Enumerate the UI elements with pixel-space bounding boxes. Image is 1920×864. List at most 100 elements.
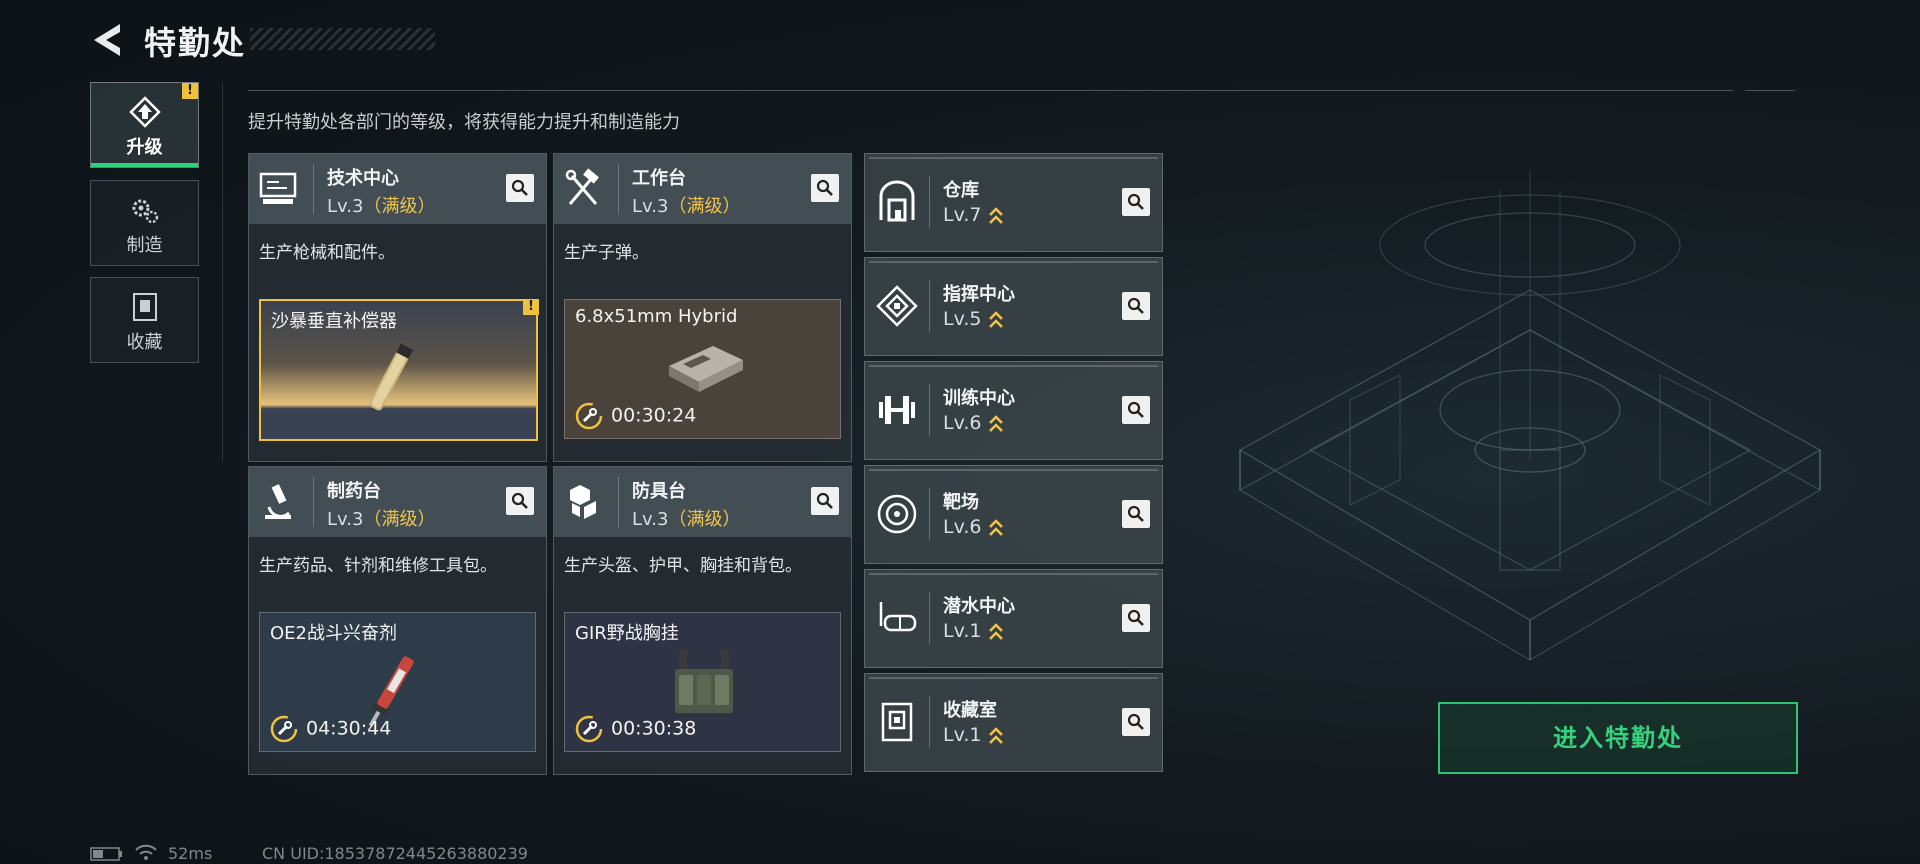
craft-timer: 00:30:38 xyxy=(575,715,696,743)
search-button[interactable] xyxy=(1122,604,1150,632)
upgrade-icon xyxy=(128,96,161,128)
search-button[interactable] xyxy=(506,487,534,515)
page-title: 特勤处 xyxy=(144,24,247,62)
enter-special-ops-button[interactable]: 进入特勤处 xyxy=(1438,702,1798,774)
facility-level: Lv.6 xyxy=(943,412,1004,434)
facility-name: 收藏室 xyxy=(943,700,997,721)
divider xyxy=(929,280,930,332)
search-icon xyxy=(511,492,528,509)
dept-name: 技术中心 xyxy=(327,168,399,189)
tab-collection[interactable]: 收藏 xyxy=(90,277,199,363)
upgrade-available-icon xyxy=(989,310,1004,328)
facility-warehouse[interactable]: 仓库 Lv.7 xyxy=(864,153,1163,252)
title-decoration xyxy=(250,28,435,50)
search-button[interactable] xyxy=(811,174,839,202)
base-wireframe-illustration xyxy=(1238,170,1822,661)
gears-icon xyxy=(132,199,158,224)
search-icon xyxy=(1127,505,1144,522)
intro-text: 提升特勤处各部门的等级，将获得能力提升和制造能力 xyxy=(248,112,680,133)
computer-icon xyxy=(259,172,297,204)
search-button[interactable] xyxy=(506,174,534,202)
facility-training-center[interactable]: 训练中心 Lv.6 xyxy=(864,361,1163,460)
facility-level: Lv.5 xyxy=(943,308,1004,330)
warning-badge: ! xyxy=(523,299,539,315)
search-button[interactable] xyxy=(1122,500,1150,528)
search-button[interactable] xyxy=(1122,188,1150,216)
craft-item-name: GIR野战胸挂 xyxy=(575,623,679,644)
divider xyxy=(313,164,314,214)
divider xyxy=(929,696,930,748)
facility-shooting-range[interactable]: 靶场 Lv.6 xyxy=(864,465,1163,564)
tab-label: 收藏 xyxy=(126,332,163,353)
search-icon xyxy=(1127,297,1144,314)
divider xyxy=(248,90,1733,91)
craft-slot[interactable]: 6.8x51mm Hybrid 00:30:24 xyxy=(564,299,841,439)
craft-item-name: OE2战斗兴奋剂 xyxy=(270,623,397,644)
search-button[interactable] xyxy=(1122,292,1150,320)
facility-level: Lv.6 xyxy=(943,516,1004,538)
upgrade-available-icon xyxy=(989,518,1004,536)
warehouse-icon xyxy=(879,180,915,222)
craft-slot[interactable]: 沙暴垂直补偿器 xyxy=(259,299,538,441)
facility-collection-room[interactable]: 收藏室 Lv.1 xyxy=(864,673,1163,772)
armor-blocks-icon xyxy=(570,485,596,519)
craft-slot[interactable]: OE2战斗兴奋剂 04:30:44 xyxy=(259,612,536,752)
craft-timer: 00:30:24 xyxy=(575,402,696,430)
facility-diving-center[interactable]: 潜水中心 Lv.1 xyxy=(864,569,1163,668)
dept-card-armor-bench[interactable]: 防具台 Lv.3（满级） 生产头盔、护甲、胸挂和背包。 GIR野战胸挂 00:3… xyxy=(553,466,852,775)
dumbbell-icon xyxy=(879,396,915,424)
ammo-box-item-icon xyxy=(669,346,743,392)
divider xyxy=(313,477,314,527)
tab-label: 升级 xyxy=(126,137,163,158)
search-icon xyxy=(816,179,833,196)
dept-level: Lv.3（满级） xyxy=(632,196,741,217)
dept-header: 制药台 Lv.3（满级） xyxy=(249,467,546,537)
divider xyxy=(1745,90,1795,91)
craft-slot[interactable]: GIR野战胸挂 00:30:38 xyxy=(564,612,841,752)
max-level-tag: （满级） xyxy=(668,196,741,217)
dept-card-workbench[interactable]: 工作台 Lv.3（满级） 生产子弹。 6.8x51mm Hybrid 00:30… xyxy=(553,153,852,462)
divider xyxy=(222,82,223,462)
facility-name: 仓库 xyxy=(943,180,979,201)
upgrade-available-icon xyxy=(989,414,1004,432)
dept-header: 技术中心 Lv.3（满级） xyxy=(249,154,546,224)
back-arrow-icon[interactable] xyxy=(90,20,124,60)
dept-description: 生产枪械和配件。 xyxy=(259,243,395,263)
divider xyxy=(929,384,930,436)
tab-label: 制造 xyxy=(126,235,163,256)
wrench-timer-icon xyxy=(575,402,603,430)
chest-rig-item-icon xyxy=(675,649,733,713)
user-uid: CN UID:18537872445263880239 xyxy=(262,844,528,863)
dept-card-tech-center[interactable]: 技术中心 Lv.3（满级） 生产枪械和配件。 沙暴垂直补偿器 ! xyxy=(248,153,547,462)
search-icon xyxy=(511,179,528,196)
facility-name: 靶场 xyxy=(943,492,979,513)
collection-icon xyxy=(132,293,157,321)
search-button[interactable] xyxy=(1122,396,1150,424)
max-level-tag: （满级） xyxy=(363,196,436,217)
facility-command-center[interactable]: 指挥中心 Lv.5 xyxy=(864,257,1163,356)
search-icon xyxy=(1127,609,1144,626)
battery-icon xyxy=(90,847,122,861)
max-level-tag: （满级） xyxy=(363,509,436,530)
divider xyxy=(929,176,930,228)
diving-mask-icon xyxy=(879,602,917,632)
tab-craft[interactable]: 制造 xyxy=(90,180,199,266)
craft-item-name: 6.8x51mm Hybrid xyxy=(575,306,738,327)
collection-icon xyxy=(881,702,913,742)
active-tab-indicator xyxy=(91,163,198,167)
search-icon xyxy=(1127,713,1144,730)
facility-name: 指挥中心 xyxy=(943,284,1015,305)
compensator-item-icon xyxy=(369,343,414,411)
search-button[interactable] xyxy=(811,487,839,515)
divider xyxy=(929,592,930,644)
tab-upgrade[interactable]: 升级 ! xyxy=(90,82,199,168)
search-button[interactable] xyxy=(1122,708,1150,736)
search-icon xyxy=(1127,401,1144,418)
dept-header: 工作台 Lv.3（满级） xyxy=(554,154,851,224)
wifi-icon xyxy=(135,844,157,860)
dept-name: 防具台 xyxy=(632,481,686,502)
wrench-timer-icon xyxy=(575,715,603,743)
dept-card-pharmacy[interactable]: 制药台 Lv.3（满级） 生产药品、针剂和维修工具包。 OE2战斗兴奋剂 04:… xyxy=(248,466,547,775)
dept-level: Lv.3（满级） xyxy=(327,196,436,217)
search-icon xyxy=(1127,193,1144,210)
